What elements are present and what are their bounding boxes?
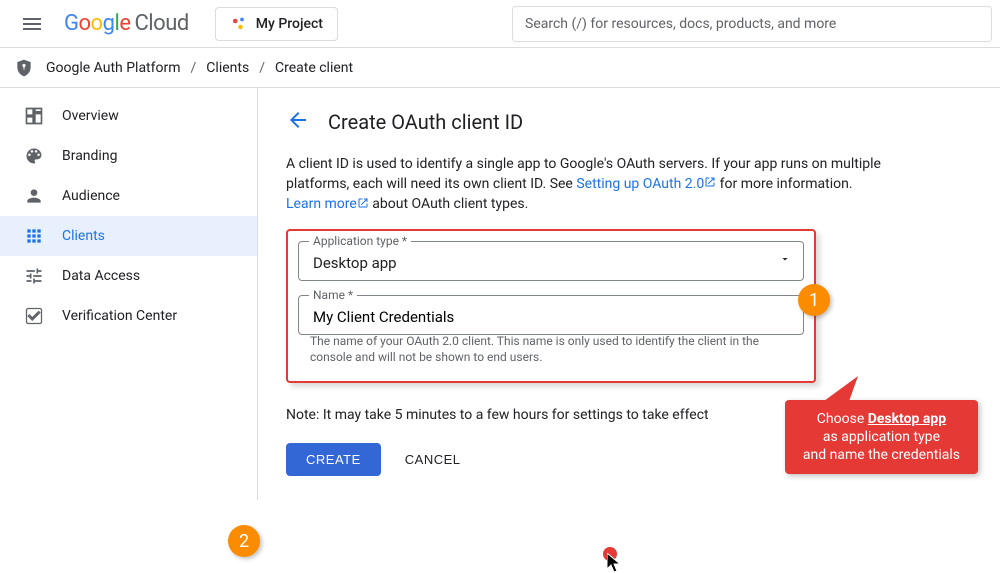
- annotation-step-2-badge: 2: [228, 525, 260, 557]
- scatter-icon: [230, 15, 248, 33]
- breadcrumb-sep: /: [191, 60, 197, 76]
- apps-icon: [24, 226, 44, 246]
- sidebar-item-label: Overview: [62, 108, 119, 124]
- link-learn-more[interactable]: Learn more: [286, 196, 357, 212]
- sidebar-item-label: Verification Center: [62, 308, 177, 324]
- header: Google Cloud My Project Search (/) for r…: [0, 0, 1000, 48]
- breadcrumb-clients[interactable]: Clients: [202, 60, 253, 76]
- breadcrumb-platform[interactable]: Google Auth Platform: [42, 60, 185, 76]
- sidebar-item-data-access[interactable]: Data Access: [0, 256, 257, 296]
- sidebar-item-overview[interactable]: Overview: [0, 96, 257, 136]
- sidebar-item-label: Clients: [62, 228, 105, 244]
- sidebar-item-audience[interactable]: Audience: [0, 176, 257, 216]
- sidebar-item-label: Data Access: [62, 268, 140, 284]
- external-link-icon: [357, 195, 369, 215]
- logo[interactable]: Google Cloud: [56, 11, 197, 36]
- project-button-label: My Project: [256, 16, 323, 32]
- tune-icon: [24, 266, 44, 286]
- sidebar-item-label: Branding: [62, 148, 117, 164]
- name-help-text: The name of your OAuth 2.0 client. This …: [310, 333, 804, 365]
- name-input[interactable]: [313, 308, 789, 326]
- palette-icon: [24, 146, 44, 166]
- breadcrumb: Google Auth Platform / Clients / Create …: [0, 48, 1000, 88]
- page-title: Create OAuth client ID: [328, 110, 523, 134]
- form-highlight-box: Application type * Desktop app Name * Th…: [286, 229, 816, 383]
- dashboard-icon: [24, 106, 44, 126]
- sidebar-item-label: Audience: [62, 188, 120, 204]
- breadcrumb-sep: /: [259, 60, 265, 76]
- search-input[interactable]: Search (/) for resources, docs, products…: [512, 6, 992, 42]
- person-icon: [24, 186, 44, 206]
- annotation-step-1-badge: 1: [798, 284, 830, 316]
- sidebar: Overview Branding Audience Clients Data …: [0, 88, 258, 500]
- sidebar-item-branding[interactable]: Branding: [0, 136, 257, 176]
- external-link-icon: [704, 174, 716, 194]
- sidebar-item-clients[interactable]: Clients: [0, 216, 257, 256]
- chevron-down-icon: [779, 253, 791, 269]
- create-button[interactable]: CREATE: [286, 443, 381, 476]
- callout-annotation: Choose Desktop app as application type a…: [785, 400, 978, 474]
- breadcrumb-create[interactable]: Create client: [271, 60, 357, 76]
- menu-icon[interactable]: [8, 0, 56, 48]
- name-label: Name *: [309, 288, 357, 302]
- application-type-value: Desktop app: [313, 254, 397, 272]
- back-button[interactable]: [286, 108, 310, 136]
- shield-key-icon: [12, 56, 36, 80]
- sidebar-item-verification[interactable]: Verification Center: [0, 296, 257, 336]
- search-placeholder: Search (/) for resources, docs, products…: [525, 16, 836, 32]
- cancel-button[interactable]: CANCEL: [405, 452, 461, 467]
- project-selector[interactable]: My Project: [215, 7, 338, 41]
- description: A client ID is used to identify a single…: [286, 154, 886, 215]
- product-name: Cloud: [134, 11, 188, 36]
- application-type-dropdown[interactable]: Application type * Desktop app: [298, 241, 804, 281]
- application-type-label: Application type *: [309, 234, 411, 248]
- name-input-field[interactable]: Name *: [298, 295, 804, 335]
- check-box-icon: [24, 306, 44, 326]
- link-setup-oauth[interactable]: Setting up OAuth 2.0: [576, 176, 704, 192]
